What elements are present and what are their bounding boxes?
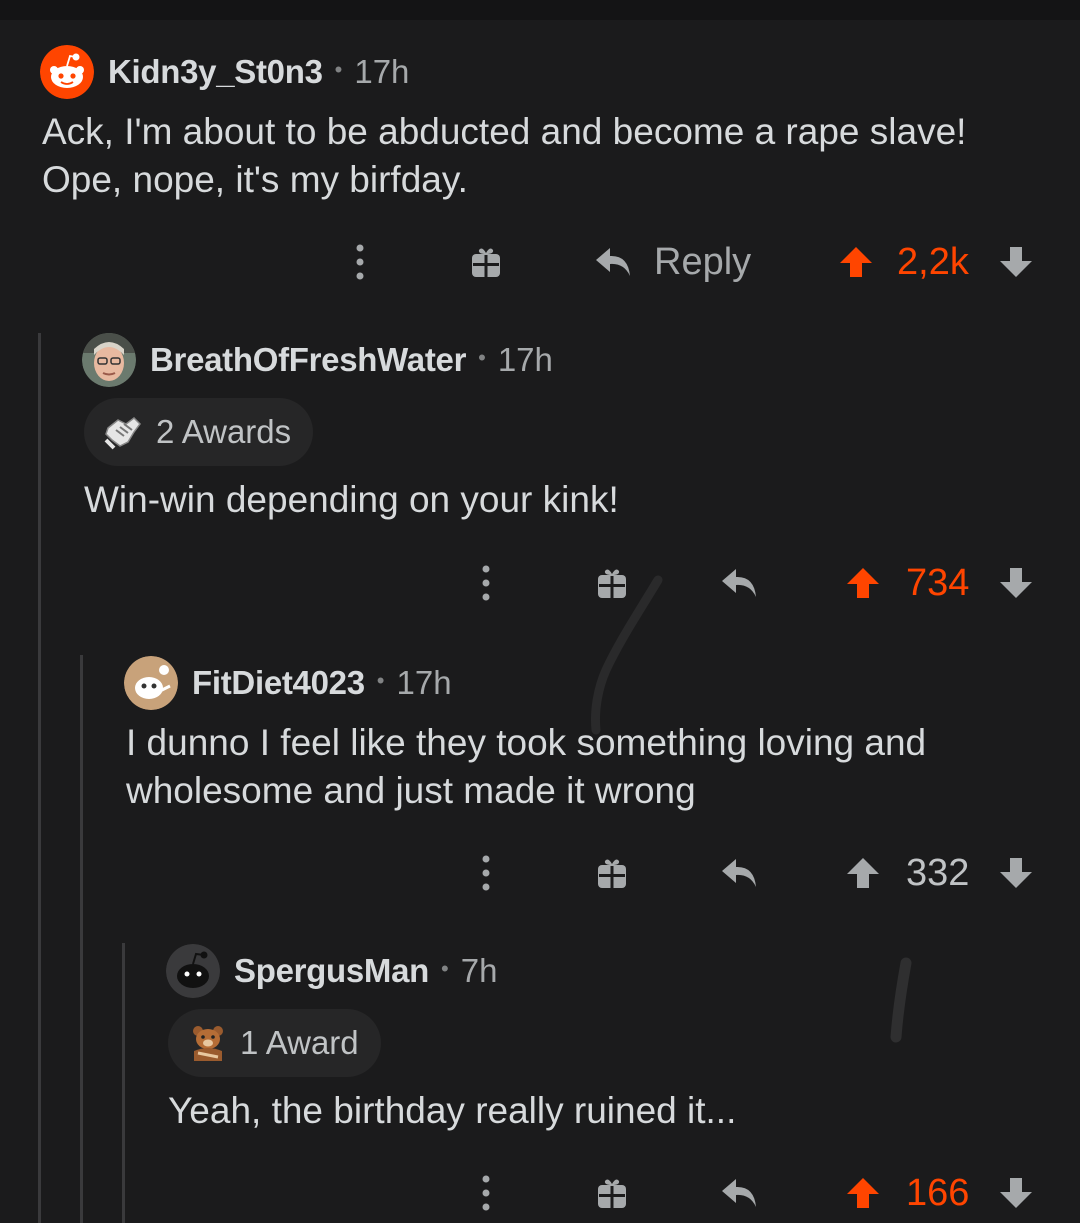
comment-line: Ack, I'm about to be abducted and become… [42, 111, 967, 152]
upvote-button[interactable] [845, 553, 881, 613]
handshake-award-icon [104, 417, 141, 450]
comment-actions: 734 [0, 553, 1080, 613]
reply-arrow-icon [596, 248, 630, 276]
score: 166 [906, 1163, 969, 1223]
separator-dot: • [478, 345, 486, 370]
comment-header: SpergusMan • 7h [166, 944, 497, 998]
top-bar [0, 0, 1080, 20]
thread-line-level-1[interactable] [38, 333, 41, 1223]
reply-button[interactable] [720, 1163, 758, 1223]
score: 734 [906, 553, 969, 613]
more-options-button[interactable] [350, 232, 370, 292]
separator-dot: • [376, 668, 385, 693]
downvote-arrow-icon [1000, 247, 1032, 277]
separator-dot: • [334, 57, 343, 82]
more-vertical-icon [482, 855, 490, 891]
avatar[interactable] [82, 333, 136, 387]
score-value: 734 [906, 561, 970, 604]
comment-body: Yeah, the birthday really ruined it... [168, 1087, 736, 1135]
reply-button[interactable] [720, 553, 758, 613]
more-options-button[interactable] [476, 843, 496, 903]
comment-body: Ack, I'm about to be abducted and become… [42, 108, 966, 204]
downvote-button[interactable] [998, 843, 1034, 903]
more-options-button[interactable] [476, 553, 496, 613]
gift-icon [472, 248, 500, 277]
comment-line: I dunno I feel like they took something … [126, 722, 927, 763]
comment-thread: Kidn3y_St0n3 • 17h Ack, I'm about to be … [0, 0, 1080, 1223]
timestamp: 17h [497, 341, 553, 378]
snoo-avatar-icon [40, 45, 94, 99]
downvote-button[interactable] [998, 553, 1034, 613]
comment-actions: 166 [0, 1163, 1080, 1223]
downvote-arrow-icon [1000, 1178, 1032, 1208]
comment-body: I dunno I feel like they took something … [126, 719, 926, 815]
gift-icon [598, 569, 626, 598]
snoo-avatar-icon [124, 656, 178, 710]
upvote-arrow-icon [847, 568, 879, 598]
more-options-button[interactable] [476, 1163, 496, 1223]
avatar[interactable] [166, 944, 220, 998]
username[interactable]: BreathOfFreshWater [150, 341, 466, 379]
score: 2,2k [897, 232, 969, 292]
awards-badge[interactable]: 2 Awards [84, 398, 314, 466]
timestamp: 17h [354, 53, 410, 90]
score-value: 2,2k [897, 240, 969, 283]
snoo-avatar-icon [166, 944, 220, 998]
username[interactable]: FitDiet4023 [192, 664, 365, 702]
reply-arrow-icon [722, 1179, 756, 1207]
downvote-arrow-icon [1000, 568, 1032, 598]
timestamp: 7h [460, 952, 498, 989]
downvote-button[interactable] [998, 232, 1034, 292]
reply-arrow-icon [722, 569, 756, 597]
comment-header: BreathOfFreshWater • 17h [82, 333, 553, 387]
reply-button[interactable] [720, 843, 758, 903]
comment-header: FitDiet4023 • 17h [124, 656, 452, 710]
gift-icon [598, 859, 626, 888]
give-award-button[interactable] [596, 1163, 628, 1223]
comment-line: wholesome and just made it wrong [126, 770, 696, 811]
score: 332 [906, 843, 969, 903]
give-award-button[interactable] [596, 843, 628, 903]
give-award-button[interactable] [596, 553, 628, 613]
upvote-arrow-icon [840, 247, 872, 277]
score-value: 332 [906, 851, 970, 894]
separator-dot: • [441, 956, 449, 981]
awards-badge[interactable]: 1 Award [168, 1009, 381, 1077]
upvote-button[interactable] [845, 843, 881, 903]
more-vertical-icon [482, 1175, 490, 1211]
upvote-arrow-icon [847, 858, 879, 888]
pen-stroke-mark-2 [890, 957, 912, 1043]
score-value: 166 [906, 1171, 970, 1214]
downvote-button[interactable] [998, 1163, 1034, 1223]
avatar[interactable] [124, 656, 178, 710]
more-vertical-icon [482, 565, 490, 601]
comment-header: Kidn3y_St0n3 • 17h [40, 45, 409, 99]
reply-arrow-icon [722, 859, 756, 887]
gift-icon [598, 1179, 626, 1208]
bear-award-icon [193, 1026, 223, 1061]
more-vertical-icon [356, 244, 364, 280]
awards-count-label: 1 Award [240, 1024, 359, 1061]
upvote-arrow-icon [847, 1178, 879, 1208]
reply-label: Reply [654, 240, 752, 283]
upvote-button[interactable] [845, 1163, 881, 1223]
timestamp: 17h [396, 664, 452, 701]
awards-count-label: 2 Awards [156, 413, 292, 450]
username[interactable]: Kidn3y_St0n3 [108, 53, 323, 91]
avatar[interactable] [40, 45, 94, 99]
thread-line-level-2[interactable] [80, 655, 83, 1223]
comment-line: Ope, nope, it's my birfday. [42, 159, 468, 200]
downvote-arrow-icon [1000, 858, 1032, 888]
comment-line: Win-win depending on your kink! [84, 479, 619, 520]
give-award-button[interactable] [470, 232, 502, 292]
comment-actions: 332 [0, 843, 1080, 903]
comment-line: Yeah, the birthday really ruined it... [168, 1090, 737, 1131]
reply-button[interactable]: Reply [594, 232, 751, 292]
username[interactable]: SpergusMan [234, 952, 429, 990]
user-photo-avatar-icon [82, 333, 136, 387]
comment-actions: Reply 2,2k [0, 232, 1080, 292]
comment-body: Win-win depending on your kink! [84, 476, 619, 524]
upvote-button[interactable] [838, 232, 874, 292]
